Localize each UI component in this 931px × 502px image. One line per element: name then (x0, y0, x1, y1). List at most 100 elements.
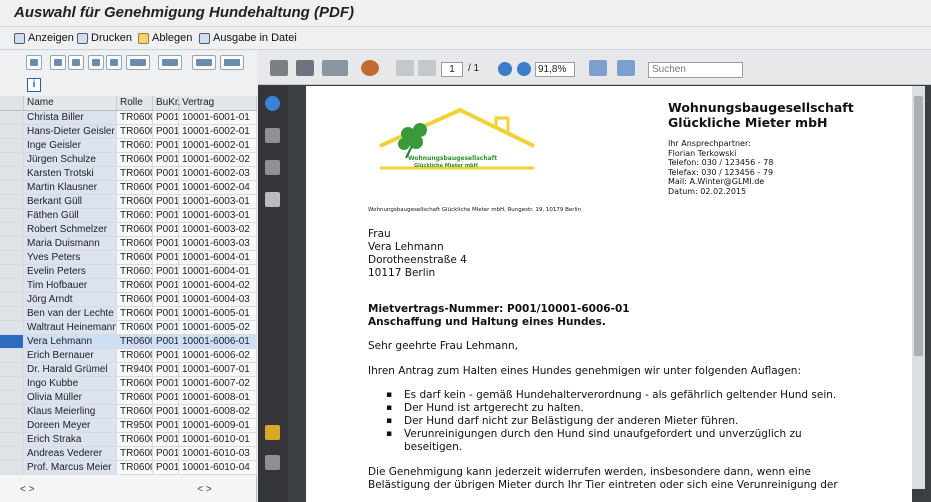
row-selector[interactable] (0, 195, 24, 209)
cell-name[interactable]: Yves Peters (24, 251, 117, 265)
find-icon[interactable] (88, 55, 104, 70)
table-row[interactable]: Dr. Harald Grümel TR9400 P001 10001-6007-01 (0, 363, 257, 377)
cell-bukr[interactable]: P001 (153, 293, 179, 307)
col-rolle[interactable]: Rolle (117, 96, 153, 110)
cell-name[interactable]: Andreas Vederer (24, 447, 117, 461)
table-row[interactable]: Jörg Arndt TR0600 P001 10001-6004-03 (0, 293, 257, 307)
ausgabe-in-datei-button[interactable]: Ausgabe in Datei (199, 30, 297, 46)
cell-vertrag[interactable]: 10001-6007-01 (179, 363, 257, 377)
cell-rolle[interactable]: TR0600 (117, 447, 153, 461)
row-selector[interactable] (0, 391, 24, 405)
table-row[interactable]: Tim Hofbauer TR0600 P001 10001-6004-02 (0, 279, 257, 293)
table-row[interactable]: Inge Geisler TR0601 P001 10001-6002-01 (0, 139, 257, 153)
cell-name[interactable]: Jörg Arndt (24, 293, 117, 307)
cell-vertrag[interactable]: 10001-6006-01 (179, 335, 257, 349)
cell-rolle[interactable]: TR0601 (117, 139, 153, 153)
cell-rolle[interactable]: TR9400 (117, 363, 153, 377)
page-down-icon[interactable] (418, 60, 436, 76)
table-row[interactable]: Fäthen Güll TR0601 P001 10001-6003-01 (0, 209, 257, 223)
row-selector[interactable] (0, 363, 24, 377)
table-row[interactable]: Erich Straka TR0600 P001 10001-6010-01 (0, 433, 257, 447)
cell-rolle[interactable]: TR0600 (117, 279, 153, 293)
cell-bukr[interactable]: P001 (153, 111, 179, 125)
cell-bukr[interactable]: P001 (153, 349, 179, 363)
filter-icon[interactable] (126, 55, 150, 70)
table-row[interactable]: Jürgen Schulze TR0600 P001 10001-6002-02 (0, 153, 257, 167)
row-selector[interactable] (0, 461, 24, 475)
sort-ascending-icon[interactable] (50, 55, 66, 70)
cell-rolle[interactable]: TR0600 (117, 195, 153, 209)
print-icon[interactable] (270, 60, 288, 76)
export-icon[interactable] (192, 55, 216, 70)
table-row[interactable]: Waltraut Heinemann TR0600 P001 10001-6005-0… (0, 321, 257, 335)
cell-rolle[interactable]: TR0600 (117, 405, 153, 419)
search-input[interactable]: Suchen (648, 62, 743, 78)
row-selector[interactable] (0, 419, 24, 433)
cell-vertrag[interactable]: 10001-6003-03 (179, 237, 257, 251)
scroll-right-icon[interactable]: > (206, 484, 212, 495)
cell-bukr[interactable]: P001 (153, 377, 179, 391)
fit-page-icon[interactable] (617, 60, 635, 76)
cell-rolle[interactable]: TR0600 (117, 321, 153, 335)
cell-name[interactable]: Berkant Güll (24, 195, 117, 209)
cell-rolle[interactable]: TR0600 (117, 237, 153, 251)
cell-name[interactable]: Maria Duismann (24, 237, 117, 251)
cell-bukr[interactable]: P001 (153, 181, 179, 195)
paperclip-icon[interactable] (265, 455, 280, 470)
layout-icon[interactable] (220, 55, 244, 70)
share-icon[interactable] (322, 60, 348, 76)
cell-name[interactable]: Ingo Kubbe (24, 377, 117, 391)
info-icon[interactable] (265, 96, 280, 111)
row-selector[interactable] (0, 279, 24, 293)
cell-vertrag[interactable]: 10001-6009-01 (179, 419, 257, 433)
zoom-in-icon[interactable] (517, 62, 531, 76)
cell-bukr[interactable]: P001 (153, 279, 179, 293)
find-next-icon[interactable] (106, 55, 122, 70)
cell-vertrag[interactable]: 10001-6002-03 (179, 167, 257, 181)
row-selector[interactable] (0, 321, 24, 335)
cell-rolle[interactable]: TR9500 (117, 419, 153, 433)
table-row[interactable]: Yves Peters TR0600 P001 10001-6004-01 (0, 251, 257, 265)
col-vertrag[interactable]: Vertrag (179, 96, 257, 110)
cell-name[interactable]: Ben van der Lechte (24, 307, 117, 321)
col-name[interactable]: Name (24, 96, 117, 110)
cell-vertrag[interactable]: 10001-6006-02 (179, 349, 257, 363)
bookmarks-icon[interactable] (265, 160, 280, 175)
cell-rolle[interactable]: TR0600 (117, 251, 153, 265)
cell-name[interactable]: Olivia Müller (24, 391, 117, 405)
cell-rolle[interactable]: TR0601 (117, 209, 153, 223)
cell-name[interactable]: Robert Schmelzer (24, 223, 117, 237)
cell-vertrag[interactable]: 10001-6003-01 (179, 209, 257, 223)
cell-rolle[interactable]: TR0600 (117, 223, 153, 237)
cell-name[interactable]: Tim Hofbauer (24, 279, 117, 293)
cell-bukr[interactable]: P001 (153, 363, 179, 377)
scroll-right-icon[interactable]: > (29, 484, 35, 495)
horizontal-scrollbar[interactable]: < > < > (20, 484, 250, 498)
row-selector[interactable] (0, 125, 24, 139)
cell-vertrag[interactable]: 10001-6010-03 (179, 447, 257, 461)
cell-rolle[interactable]: TR0600 (117, 153, 153, 167)
cell-vertrag[interactable]: 10001-6004-01 (179, 251, 257, 265)
cell-bukr[interactable]: P001 (153, 167, 179, 181)
cell-bukr[interactable]: P001 (153, 447, 179, 461)
table-row[interactable]: Vera Lehmann TR0600 P001 10001-6006-01 (0, 335, 257, 349)
cell-vertrag[interactable]: 10001-6002-01 (179, 139, 257, 153)
table-row[interactable]: Evelin Peters TR0601 P001 10001-6004-01 (0, 265, 257, 279)
pages-icon[interactable] (265, 128, 280, 143)
cell-vertrag[interactable]: 10001-6008-02 (179, 405, 257, 419)
cell-name[interactable]: Inge Geisler (24, 139, 117, 153)
drucken-button[interactable]: Drucken (77, 30, 132, 46)
table-row[interactable]: Andreas Vederer TR0600 P001 10001-6010-03 (0, 447, 257, 461)
row-selector[interactable] (0, 139, 24, 153)
cell-vertrag[interactable]: 10001-6004-03 (179, 293, 257, 307)
cell-name[interactable]: Waltraut Heinemann (24, 321, 117, 335)
cell-rolle[interactable]: TR0600 (117, 433, 153, 447)
page-number-input[interactable]: 1 (441, 62, 463, 77)
table-row[interactable]: Berkant Güll TR0600 P001 10001-6003-01 (0, 195, 257, 209)
table-row[interactable]: Ingo Kubbe TR0600 P001 10001-6007-02 (0, 377, 257, 391)
row-selector[interactable] (0, 209, 24, 223)
cell-rolle[interactable]: TR0600 (117, 391, 153, 405)
comment-icon[interactable] (361, 60, 379, 76)
comments-icon[interactable] (265, 425, 280, 440)
cell-vertrag[interactable]: 10001-6002-01 (179, 125, 257, 139)
